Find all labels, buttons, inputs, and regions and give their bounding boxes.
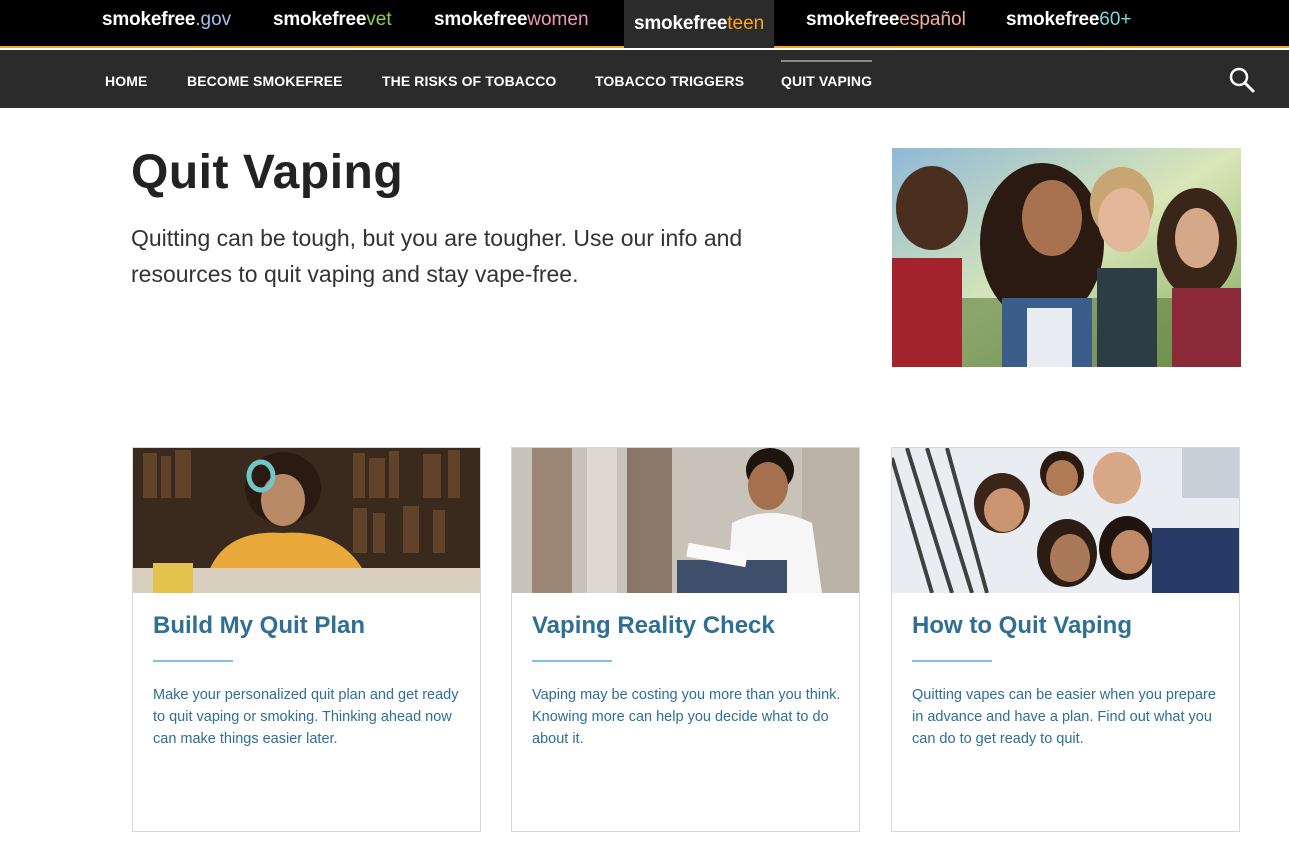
card-description: Quitting vapes can be easier when you pr…: [912, 687, 1216, 747]
site-link-smokefree-teen[interactable]: smokefreeteen: [624, 0, 775, 48]
card-divider: [153, 660, 233, 662]
site-link-smokefree-60[interactable]: smokefree60+: [1006, 0, 1132, 46]
card-description: Make your personalized quit plan and get…: [153, 687, 459, 747]
card-divider: [912, 660, 992, 662]
card-vaping-reality-check[interactable]: Vaping Reality Check Vaping may be costi…: [511, 447, 860, 832]
nav-item-risks-of-tobacco[interactable]: THE RISKS OF TOBACCO: [382, 50, 556, 108]
card-photo-boy-in-library: [512, 448, 859, 593]
main-nav: HOME BECOME SMOKEFREE THE RISKS OF TOBAC…: [0, 50, 1289, 108]
site-link-smokefree-gov[interactable]: smokefree.gov: [102, 0, 231, 46]
card-title[interactable]: Build My Quit Plan: [153, 612, 365, 640]
card-how-to-quit-vaping[interactable]: How to Quit Vaping Quitting vapes can be…: [891, 447, 1240, 832]
card-build-my-quit-plan[interactable]: Build My Quit Plan Make your personalize…: [132, 447, 481, 832]
search-icon[interactable]: [1228, 66, 1256, 94]
network-bar: smokefree.gov smokefreevet smokefreewome…: [0, 0, 1289, 48]
nav-item-tobacco-triggers[interactable]: TOBACCO TRIGGERS: [595, 50, 744, 108]
card-photo-girl-studying: [133, 448, 480, 593]
nav-item-home[interactable]: HOME: [105, 50, 147, 108]
site-link-smokefree-espanol[interactable]: smokefreeespañol: [806, 0, 966, 46]
nav-item-become-smokefree[interactable]: BECOME SMOKEFREE: [187, 50, 343, 108]
site-link-smokefree-women[interactable]: smokefreewomen: [434, 0, 589, 46]
page-title: Quit Vaping: [131, 146, 404, 199]
card-description: Vaping may be costing you more than you …: [532, 687, 841, 747]
card-title[interactable]: Vaping Reality Check: [532, 612, 775, 640]
site-link-smokefree-vet[interactable]: smokefreevet: [273, 0, 392, 46]
card-divider: [532, 660, 612, 662]
hero-intro: Quitting can be tough, but you are tough…: [131, 225, 743, 287]
hero-photo-group-of-teens: [892, 148, 1241, 367]
card-title[interactable]: How to Quit Vaping: [912, 612, 1132, 640]
card-photo-teens-circle: [892, 448, 1239, 593]
nav-item-quit-vaping[interactable]: QUIT VAPING: [781, 50, 873, 108]
